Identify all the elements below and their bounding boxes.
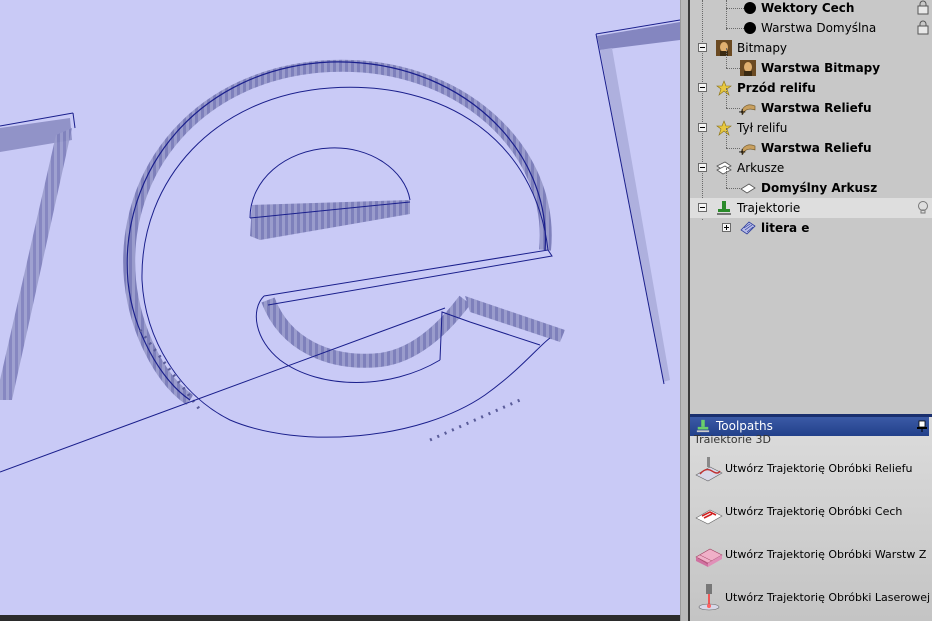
collapse-toggle[interactable] bbox=[698, 83, 707, 92]
toolpath-line bbox=[0, 307, 446, 473]
relief-scene bbox=[0, 19, 680, 473]
add-icon: + bbox=[738, 147, 747, 158]
collapse-toggle[interactable] bbox=[698, 203, 707, 212]
letter-e-relief bbox=[123, 59, 565, 442]
collapse-toggle[interactable] bbox=[698, 43, 707, 52]
tree-item-label: Wektory Cech bbox=[761, 1, 855, 15]
right-letter-fragment bbox=[595, 19, 680, 385]
left-letter-fragment bbox=[0, 112, 76, 400]
bitmap-icon bbox=[716, 40, 732, 56]
toolpaths-section-title: Trajektorie 3D bbox=[694, 434, 771, 443]
tree-item-label: Arkusze bbox=[737, 161, 785, 175]
toolpath-icon bbox=[696, 419, 710, 433]
lock-icon[interactable] bbox=[917, 0, 929, 15]
toolpath-hatch-icon bbox=[740, 221, 756, 235]
lock-icon[interactable] bbox=[917, 20, 929, 35]
action-label: Utwórz Trajektorię Obróbki Cech bbox=[725, 505, 903, 518]
viewport-border bbox=[0, 615, 690, 621]
collapse-toggle[interactable] bbox=[698, 123, 707, 132]
tree-item-warstwa-reliefu-back[interactable]: + Warstwa Reliefu bbox=[690, 128, 932, 158]
toolpaths-panel: Toolpaths Trajektorie 3D Utwórz Trajekto… bbox=[690, 414, 932, 621]
tree-item-label: Warstwa Bitmapy bbox=[761, 61, 881, 75]
feature-machining-icon bbox=[695, 509, 723, 525]
tree-item-domyslny-arkusz[interactable]: Domyślny Arkusz bbox=[690, 168, 932, 198]
tree-item-label: Trajektorie bbox=[737, 201, 801, 215]
tree-item-warstwa-bitmapy[interactable]: Warstwa Bitmapy bbox=[690, 48, 932, 78]
expand-toggle[interactable] bbox=[722, 223, 731, 232]
action-label: Utwórz Trajektorię Obróbki Laserowej bbox=[725, 591, 931, 604]
create-laser-toolpath-button[interactable]: Utwórz Trajektorię Obróbki Laserowej bbox=[694, 584, 930, 612]
tree-item-label: Bitmapy bbox=[737, 41, 788, 55]
action-label: Utwórz Trajektorię Obróbki Warstw Z bbox=[725, 548, 927, 561]
vector-layer-icon bbox=[744, 2, 756, 14]
tree-item-label: Warstwa Reliefu bbox=[761, 101, 872, 115]
tree-item-trajektorie[interactable]: Trajektorie bbox=[690, 198, 932, 218]
tree-item-label: Domyślny Arkusz bbox=[761, 181, 878, 195]
tree-guide-line bbox=[726, 68, 740, 69]
tree-item-label: litera e bbox=[761, 221, 810, 235]
toolpath-icon bbox=[717, 201, 731, 215]
tree-item-label: Warstwa Reliefu bbox=[761, 141, 872, 155]
action-label: Utwórz Trajektorię Obróbki Reliefu bbox=[725, 462, 913, 475]
tree-item-label: Warstwa Domyślna bbox=[761, 21, 877, 35]
relief-star-icon bbox=[716, 80, 732, 96]
add-icon: + bbox=[738, 107, 747, 118]
lightbulb-icon[interactable] bbox=[917, 200, 929, 215]
create-z-level-toolpath-button[interactable]: Utwórz Trajektorię Obróbki Warstw Z bbox=[694, 541, 926, 569]
tree-item-label: Przód relifu bbox=[737, 81, 816, 95]
tree-guide-line bbox=[726, 188, 740, 189]
3d-viewport[interactable] bbox=[0, 0, 680, 615]
panel-splitter[interactable] bbox=[680, 0, 690, 621]
tree-guide-line bbox=[726, 88, 727, 108]
sheet-icon bbox=[740, 183, 756, 194]
tree-item-litera-e[interactable]: litera e bbox=[690, 218, 932, 238]
tree-guide-line bbox=[726, 168, 727, 188]
create-relief-toolpath-button[interactable]: Utwórz Trajektorię Obróbki Reliefu bbox=[694, 455, 926, 483]
tree-guide-line bbox=[726, 128, 727, 148]
sheets-icon bbox=[716, 161, 732, 175]
pin-icon[interactable] bbox=[917, 420, 927, 432]
tree-item-label: Tył relifu bbox=[737, 121, 788, 135]
relief-star-icon bbox=[716, 120, 732, 136]
project-tree[interactable]: Wektory Cech Warstwa Domyślna Bitmapy Wa… bbox=[690, 0, 932, 414]
tree-item-warstwa-domyslna[interactable]: Warstwa Domyślna bbox=[690, 18, 932, 38]
collapse-toggle[interactable] bbox=[698, 163, 707, 172]
bitmap-icon bbox=[740, 60, 756, 76]
tree-item-wektory-cech[interactable]: Wektory Cech bbox=[690, 0, 932, 18]
relief-machining-icon bbox=[695, 457, 723, 482]
create-feature-toolpath-button[interactable]: Utwórz Trajektorię Obróbki Cech bbox=[694, 498, 926, 526]
tree-guide-line bbox=[726, 48, 727, 68]
laser-machining-icon bbox=[698, 584, 720, 611]
z-level-machining-icon bbox=[695, 548, 723, 567]
tree-item-warstwa-reliefu-front[interactable]: + Warstwa Reliefu bbox=[690, 88, 932, 118]
vector-layer-icon bbox=[744, 22, 756, 34]
